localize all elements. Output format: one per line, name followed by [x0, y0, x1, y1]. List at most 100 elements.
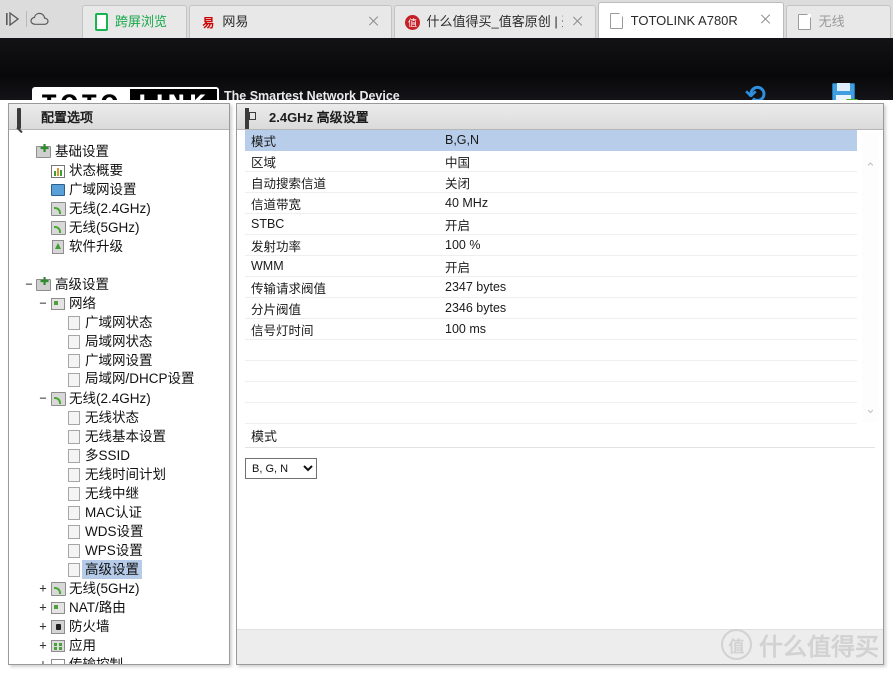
totolink-logo: TOTO LINK	[32, 87, 220, 100]
sidebar-item-27[interactable]: + 传输控制	[23, 655, 229, 664]
scroll-up-icon[interactable]: ⌃	[864, 162, 877, 175]
sidebar-item-15[interactable]: 无线基本设置	[23, 427, 229, 446]
setting-key: 分片阀值	[251, 302, 302, 317]
table-row[interactable]: STBC 开启	[245, 214, 857, 235]
mode-select[interactable]: B, G, NBGB, GN	[245, 458, 317, 479]
sidebar-item-label: 无线(5GHz)	[69, 220, 140, 235]
table-row[interactable]: 信道带宽 40 MHz	[245, 193, 857, 214]
browser-tab-2[interactable]: 值 什么值得买_值客原创 | 开箱晒物	[393, 5, 596, 38]
net-glyph	[51, 602, 65, 614]
expand-icon[interactable]: +	[37, 655, 49, 664]
sidebar-item-26[interactable]: + 应用	[23, 636, 229, 655]
sidebar-item-8[interactable]: − 网络	[23, 294, 229, 313]
sidebar-item-label: 广域网设置	[85, 353, 153, 368]
sidebar-item-23[interactable]: + 无线(5GHz)	[23, 579, 229, 598]
refresh-button[interactable]: ⟳ 刷新	[725, 80, 785, 100]
graph-glyph	[51, 659, 65, 664]
table-row[interactable]: 发射功率 100 %	[245, 235, 857, 256]
sidebar-item-label: 无线(2.4GHz)	[69, 201, 151, 216]
folder-plus-icon: ✚	[35, 275, 52, 294]
browser-tab-2-title: 什么值得买_值客原创 | 开箱晒物	[426, 14, 563, 29]
sidebar-item-22[interactable]: 高级设置	[23, 560, 229, 579]
table-row[interactable]: WMM 开启	[245, 256, 857, 277]
sidebar-item-25[interactable]: + 防火墙	[23, 617, 229, 636]
sidebar-item-1[interactable]: 状态概要	[23, 161, 229, 180]
sidebar-item-5[interactable]: 软件升级	[23, 237, 229, 256]
table-row[interactable]: 传输请求阀值 2347 bytes	[245, 277, 857, 298]
expand-icon[interactable]: +	[37, 579, 49, 598]
sidebar-item-4[interactable]: 无线(5GHz)	[23, 218, 229, 237]
sidebar-item-12[interactable]: 局域网/DHCP设置	[23, 370, 229, 389]
sidebar-item-label: 无线中继	[85, 486, 139, 501]
setting-value: B,G,N	[445, 133, 480, 147]
sidebar-item-10[interactable]: 局域网状态	[23, 332, 229, 351]
wifi-glyph	[51, 202, 66, 216]
sidebar-item-21[interactable]: WPS设置	[23, 541, 229, 560]
sidebar-item-label: 高级设置	[55, 277, 109, 292]
browser-tab-4-title: 无线	[818, 14, 845, 29]
setting-value: 100 %	[445, 238, 481, 252]
doc-icon	[65, 408, 82, 427]
table-row[interactable]: 分片阀值 2346 bytes	[245, 298, 857, 319]
sidebar-item-label: NAT/路由	[69, 600, 126, 615]
sidebar-item-20[interactable]: WDS设置	[23, 522, 229, 541]
doc-glyph	[68, 316, 80, 330]
sidebar-item-label: WPS设置	[85, 543, 143, 558]
sidebar-item-label: 无线时间计划	[85, 467, 166, 482]
sidebar-toggle-icon[interactable]	[0, 0, 26, 38]
sidebar-item-3[interactable]: 无线(2.4GHz)	[23, 199, 229, 218]
netease-icon: 易	[202, 15, 215, 30]
collapse-icon[interactable]: −	[37, 294, 49, 313]
collapse-icon[interactable]: −	[23, 275, 35, 294]
browser-tab-4[interactable]: 无线	[785, 5, 891, 38]
sidebar-item-18[interactable]: 无线中继	[23, 484, 229, 503]
sidebar-item-17[interactable]: 无线时间计划	[23, 465, 229, 484]
sidebar-item-11[interactable]: 广域网设置	[23, 351, 229, 370]
sidebar-item-2[interactable]: 广域网设置	[23, 180, 229, 199]
sidebar-item-label: 多SSID	[85, 448, 131, 463]
table-row-empty	[245, 382, 857, 403]
wifi-icon	[49, 199, 66, 218]
setting-key: 传输请求阀值	[251, 281, 327, 296]
setting-value: 2346 bytes	[445, 301, 507, 315]
table-row[interactable]: 模式 B,G,N	[245, 130, 857, 151]
setting-value: 开启	[445, 218, 471, 233]
scroll-down-icon[interactable]: ⌄	[864, 403, 877, 416]
tab-close-icon[interactable]	[569, 15, 587, 30]
table-row[interactable]: 自动搜索信道 关闭	[245, 172, 857, 193]
sidebar-item-label: 软件升级	[69, 239, 123, 254]
browser-tab-1[interactable]: 易 网易	[189, 5, 392, 38]
tab-close-icon[interactable]	[365, 15, 383, 30]
setting-value: 关闭	[445, 176, 471, 191]
sidebar-item-19[interactable]: MAC认证	[23, 503, 229, 522]
monitor-icon	[49, 180, 66, 199]
table-row[interactable]: 区域 中国	[245, 151, 857, 172]
header-actions: ⟳ 刷新 保存	[725, 80, 873, 100]
collapse-icon[interactable]: −	[37, 389, 49, 408]
expand-icon[interactable]: +	[37, 636, 49, 655]
cloud-icon[interactable]	[27, 0, 53, 38]
table-row-empty	[245, 403, 857, 424]
expand-icon[interactable]: +	[37, 598, 49, 617]
sidebar-item-0[interactable]: ✚ 基础设置	[23, 142, 229, 161]
browser-tab-0[interactable]: 跨屏浏览	[82, 5, 188, 38]
sidebar-item-label: 高级设置	[82, 560, 142, 579]
tab-close-icon[interactable]	[757, 13, 775, 28]
setting-key: 区域	[251, 155, 277, 170]
sidebar-item-24[interactable]: + NAT/路由	[23, 598, 229, 617]
save-button[interactable]: 保存	[813, 82, 873, 100]
panel-footer	[237, 630, 883, 664]
sidebar-item-14[interactable]: 无线状态	[23, 408, 229, 427]
sidebar-item-label: 状态概要	[69, 163, 123, 178]
settings-scrollbar[interactable]: ⌃ ⌄	[862, 132, 879, 422]
up-glyph	[52, 240, 64, 254]
sidebar-item-label: MAC认证	[85, 505, 142, 520]
sidebar-item-13[interactable]: − 无线(2.4GHz)	[23, 389, 229, 408]
expand-icon[interactable]: +	[37, 617, 49, 636]
sidebar-item-9[interactable]: 广域网状态	[23, 313, 229, 332]
table-row[interactable]: 信号灯时间 100 ms	[245, 319, 857, 340]
browser-tab-3-active[interactable]: TOTOLINK A780R	[597, 2, 784, 38]
sidebar-item-16[interactable]: 多SSID	[23, 446, 229, 465]
browser-nav-icons	[0, 0, 82, 38]
sidebar-item-7[interactable]: − ✚ 高级设置	[23, 275, 229, 294]
